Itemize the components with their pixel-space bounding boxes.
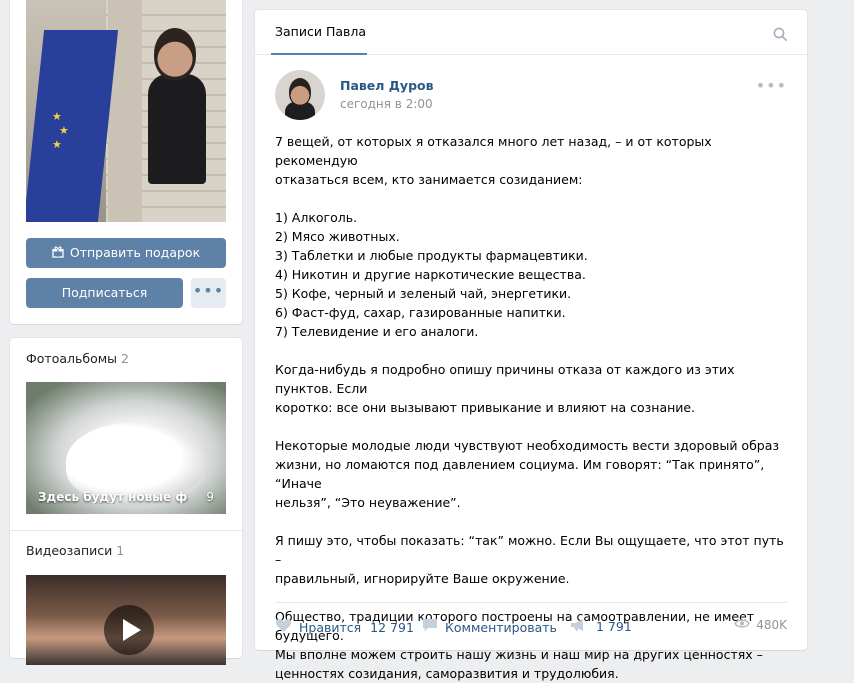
section-divider	[10, 530, 242, 531]
photo-flag	[26, 30, 119, 222]
play-triangle	[123, 619, 141, 641]
post-author[interactable]: Павел Дуров	[340, 78, 434, 93]
albums-title: Фотоальбомы	[26, 351, 118, 366]
post-footer-divider	[275, 602, 787, 603]
comment-icon	[422, 618, 445, 636]
heart-icon	[275, 618, 299, 636]
albums-header[interactable]: Фотоальбомы 2	[26, 351, 129, 366]
author-avatar[interactable]	[275, 70, 325, 120]
subscribe-button[interactable]: Подписаться	[26, 278, 183, 308]
photo-person-head	[154, 28, 196, 80]
post-text: 7 вещей, от которых я отказался много ле…	[275, 134, 784, 681]
send-gift-button[interactable]: Отправить подарок	[26, 238, 226, 268]
post-menu-button[interactable]: •••	[756, 76, 787, 95]
views-count: 480K	[756, 618, 787, 632]
share-button[interactable]: 1 791	[570, 618, 632, 635]
videos-title: Видеозаписи	[26, 543, 113, 558]
search-icon[interactable]	[773, 26, 787, 41]
send-gift-label: Отправить подарок	[69, 245, 201, 260]
share-count: 1 791	[596, 619, 632, 634]
avatar-head	[289, 78, 311, 106]
photo-person-body	[148, 74, 206, 184]
profile-card: ★ ★ ★ Отправить подарок Подписаться •••	[10, 0, 242, 324]
profile-more-button[interactable]: •••	[191, 278, 226, 308]
album-caption: Здесь будут новые фотог…	[38, 490, 188, 504]
share-icon	[570, 618, 594, 635]
video-thumbnail[interactable]	[26, 575, 226, 665]
comment-button[interactable]: Комментировать	[422, 618, 557, 636]
profile-photo[interactable]: ★ ★ ★	[26, 0, 226, 222]
videos-count: 1	[116, 543, 125, 558]
media-card: Фотоальбомы2 Здесь будут новые фотог… 9 …	[10, 338, 242, 665]
album-thumbnail[interactable]: Здесь будут новые фотог… 9	[26, 382, 226, 514]
wall-tabbar: Записи Павла	[255, 10, 807, 55]
photo-flag-stars: ★ ★ ★	[52, 110, 69, 151]
like-label: Нравится	[299, 619, 362, 635]
gift-icon	[52, 239, 64, 269]
wall-card: Записи Павла Павел Дуров сегодня в 2:00 …	[255, 10, 807, 681]
post-time[interactable]: сегодня в 2:00	[340, 97, 433, 111]
tab-wall-posts[interactable]: Записи Павла	[275, 24, 366, 39]
comment-label: Комментировать	[445, 619, 557, 635]
tab-active-indicator	[271, 53, 367, 55]
like-button[interactable]: Нравится 12 791	[275, 618, 414, 636]
views-counter: 480K	[734, 618, 787, 632]
like-count: 12 791	[370, 619, 414, 635]
album-photo-count: 9	[206, 490, 214, 504]
videos-header[interactable]: Видеозаписи 1	[26, 543, 124, 558]
albums-count: 2	[121, 351, 129, 366]
eye-icon	[734, 618, 756, 632]
